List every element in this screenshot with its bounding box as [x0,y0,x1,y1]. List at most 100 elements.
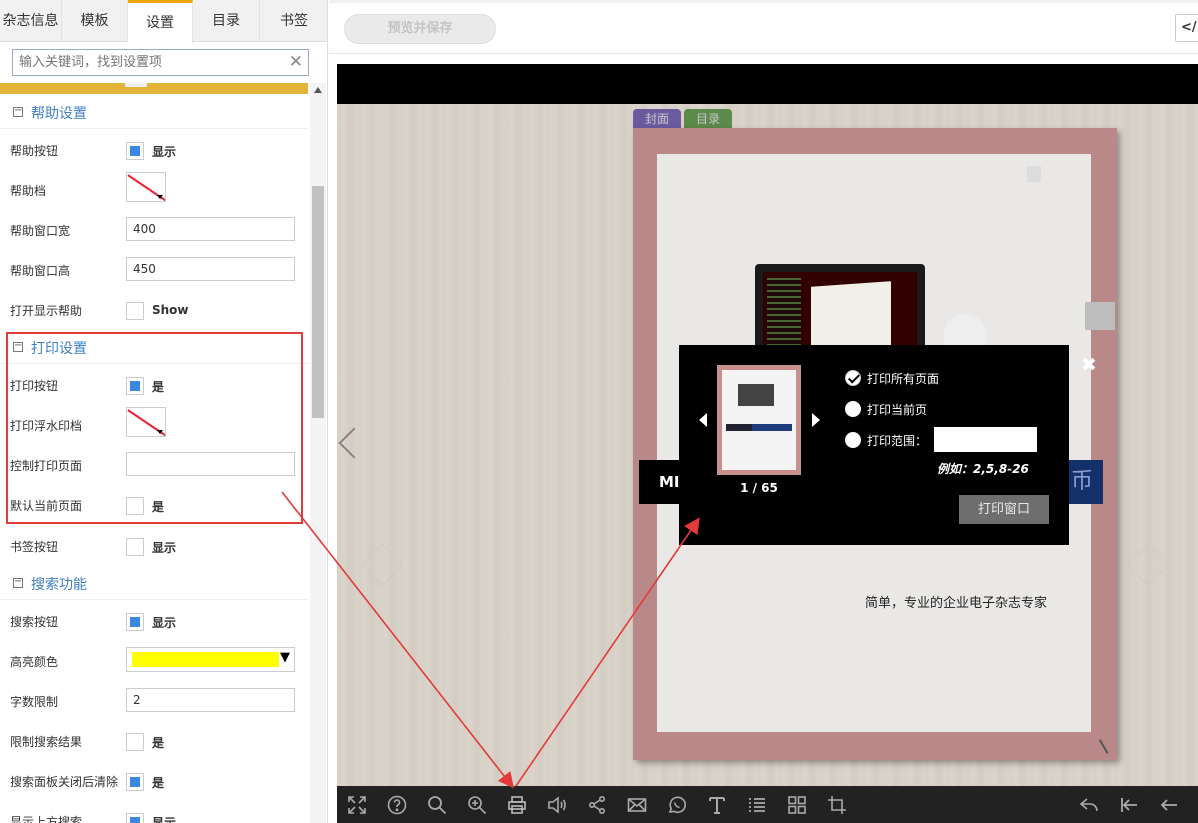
tab-magazine-info[interactable]: 杂志信息 [0,0,62,42]
color-strip [0,83,308,94]
section-search[interactable]: − 搜索功能 [0,566,308,600]
tab-template[interactable]: 模板 [62,0,128,42]
panel-scrollbar[interactable] [310,83,326,823]
checkbox-label: 是 [152,736,165,750]
row-label: 字数限制 [10,695,59,709]
thumb-next-icon[interactable] [812,413,820,427]
email-icon[interactable] [625,793,649,817]
thumb-prev-icon[interactable] [699,413,707,427]
row-label: 帮助档 [10,184,47,198]
prev-page-icon[interactable] [1157,793,1181,817]
clear-on-close-checkbox[interactable] [126,773,144,791]
range-example: 例如：2,5,8-26 [937,462,1029,476]
settings-search-input[interactable] [13,50,283,75]
row-label: 帮助窗口高 [10,264,71,278]
close-icon[interactable]: ✖ [1081,354,1097,376]
page-tab-marker [1085,302,1115,330]
row-label: 搜索按钮 [10,615,59,629]
scroll-thumb[interactable] [312,186,324,418]
word-limit-input[interactable]: 2 [126,688,295,712]
dropdown-icon [157,195,163,199]
list-icon[interactable] [745,793,769,817]
row-clear-on-close: 搜索面板关闭后清除 是 [0,761,308,801]
panel-tabs: 杂志信息 模板 设置 目录 书签 [0,0,327,43]
search-icon[interactable] [425,793,449,817]
page-counter: 1 / 65 [740,481,778,495]
help-width-input[interactable]: 400 [126,217,295,241]
page-thumbnail [717,365,801,475]
text-icon[interactable] [705,793,729,817]
row-label: 高亮颜色 [10,655,59,669]
cover-slogan: 简单，专业的企业电子杂志专家 [865,596,1048,611]
print-window-button[interactable]: 打印窗口 [959,495,1049,524]
tab-cover[interactable]: 封面 [633,109,681,130]
row-label: 搜索面板关闭后清除 [10,775,119,789]
show-top-search-checkbox[interactable] [126,813,144,823]
row-help-button: 帮助按钮 显示 [0,130,308,170]
zoom-in-icon[interactable] [465,793,489,817]
code-view-button[interactable]: </> [1175,14,1198,42]
radio-checked-icon[interactable] [845,370,861,386]
sound-icon[interactable] [545,793,569,817]
checkbox-label: 显示 [152,541,177,555]
help-icon[interactable] [385,793,409,817]
settings-panel: 杂志信息 模板 设置 目录 书签 ✕ − 帮助设置 帮助按钮 显示 帮助档 帮助… [0,0,328,823]
tab-contents[interactable]: 目录 [684,109,732,130]
top-toolbar: 预览并保存 </> [329,0,1198,54]
tab-bookmarks[interactable]: 书签 [260,0,327,42]
checkbox-label: Show [152,303,189,317]
print-range-input[interactable] [934,427,1037,452]
collapse-icon[interactable]: − [13,106,23,117]
row-help-doc: 帮助档 [0,170,308,210]
cover-band-left: MI [639,460,683,504]
row-highlight-color: 高亮颜色 ▼ [0,641,308,681]
fullscreen-icon[interactable] [345,793,369,817]
row-search-button: 搜索按钮 显示 [0,601,308,641]
back-icon[interactable] [1077,793,1101,817]
first-page-icon[interactable] [1117,793,1141,817]
share-icon[interactable] [585,793,609,817]
bookmark-button-checkbox[interactable] [126,538,144,556]
radio-icon[interactable] [845,401,861,417]
row-label: 书签按钮 [10,540,59,554]
search-button-checkbox[interactable] [126,613,144,631]
crop-icon[interactable] [825,793,849,817]
section-help[interactable]: − 帮助设置 [0,95,308,129]
row-label: 限制搜索结果 [10,735,83,749]
radio-icon[interactable] [845,432,861,448]
checkbox-label: 显示 [152,816,177,823]
help-button-checkbox[interactable] [126,142,144,160]
row-label: 帮助按钮 [10,144,59,158]
thumbnails-icon[interactable] [785,793,809,817]
preview-header [337,64,1198,104]
dropdown-arrow-icon: ▼ [280,650,290,665]
row-label: 帮助窗口宽 [10,224,71,238]
row-label: 显示上方搜索 [10,815,83,823]
open-show-help-checkbox[interactable] [126,302,144,320]
highlight-color-select[interactable]: ▼ [126,647,295,672]
help-height-input[interactable]: 450 [126,257,295,281]
section-title: 搜索功能 [31,577,87,593]
limit-results-checkbox[interactable] [126,733,144,751]
section-title: 帮助设置 [31,106,87,122]
scroll-up-icon[interactable] [314,87,322,93]
print-icon[interactable] [505,793,529,817]
annotation-highlight-box [6,332,303,524]
clear-search-icon[interactable]: ✕ [289,52,303,72]
collapse-icon[interactable]: − [13,577,23,588]
page-corner [1027,166,1041,182]
whatsapp-icon[interactable] [665,793,689,817]
option-label: 打印所有页面 [867,372,940,386]
checkbox-label: 是 [152,776,165,790]
option-label: 打印当前页 [867,403,928,417]
preview-save-button[interactable]: 预览并保存 [344,14,496,44]
row-word-limit: 字数限制 2 [0,681,308,721]
row-help-height: 帮助窗口高 450 [0,250,308,290]
row-help-width: 帮助窗口宽 400 [0,210,308,250]
tab-settings[interactable]: 设置 [128,0,193,43]
help-doc-picker[interactable] [126,172,166,202]
row-bookmark-button: 书签按钮 显示 [0,526,308,566]
tab-toc[interactable]: 目录 [193,0,260,42]
color-swatch [132,652,279,667]
row-label: 打开显示帮助 [10,304,83,318]
